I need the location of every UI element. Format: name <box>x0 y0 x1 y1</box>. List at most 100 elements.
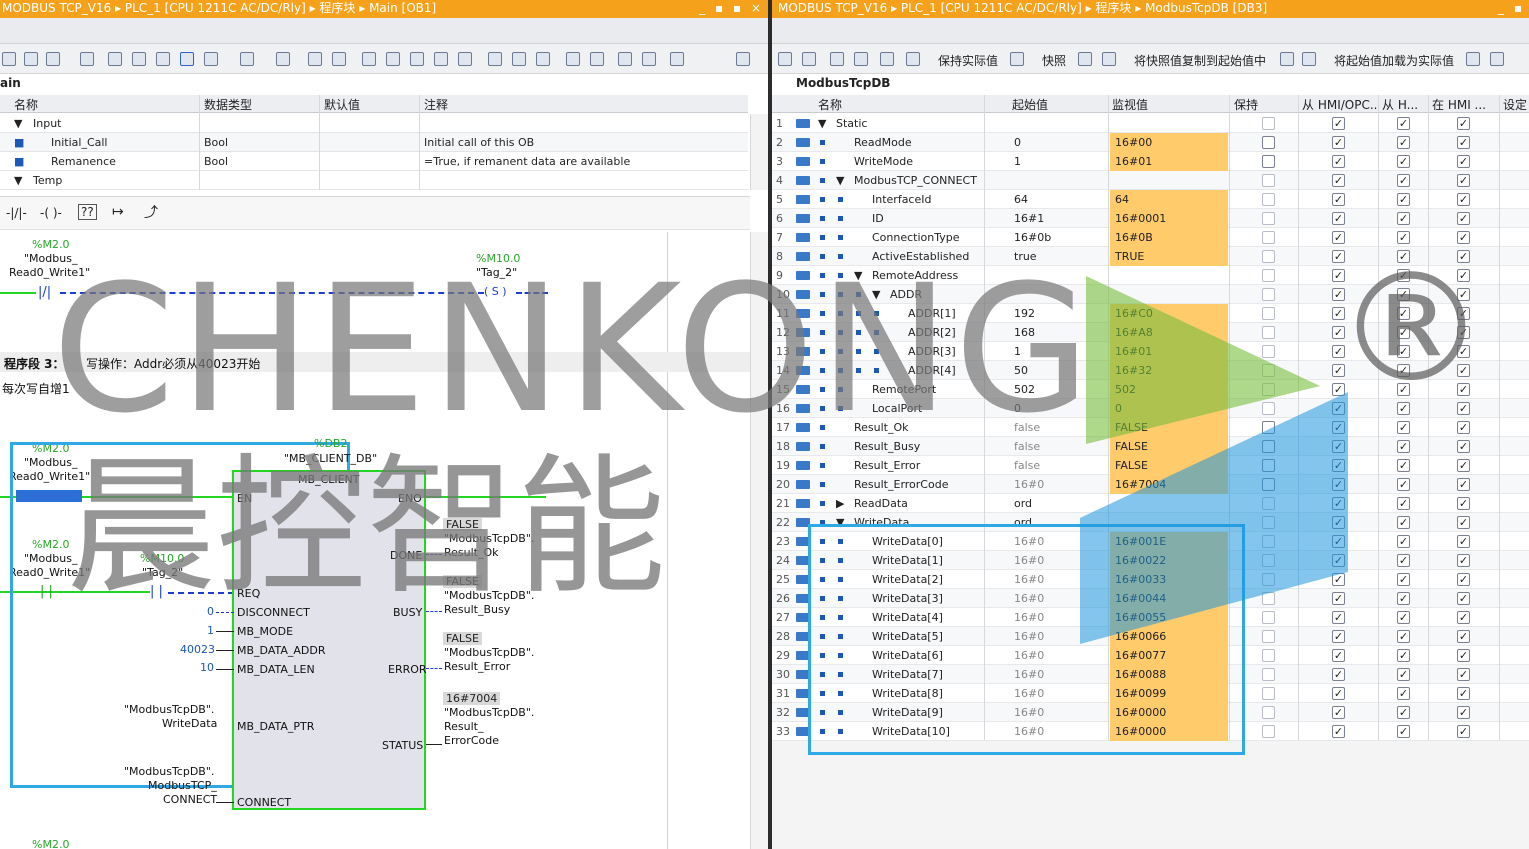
interface-scrollbar[interactable] <box>750 114 768 190</box>
row-checkbox[interactable]: ✓ <box>1332 668 1345 681</box>
row-checkbox[interactable]: ✓ <box>1397 307 1410 320</box>
toolbar-icon[interactable] <box>736 52 750 66</box>
row-checkbox[interactable]: ✓ <box>1332 725 1345 738</box>
row-checkbox[interactable]: ✓ <box>1397 326 1410 339</box>
toolbar-icon[interactable] <box>618 52 632 66</box>
row-checkbox[interactable]: ✓ <box>1397 592 1410 605</box>
row-checkbox[interactable]: ✓ <box>1397 155 1410 168</box>
table-row[interactable]: 2 ReadMode 0 16#00 ✓ ✓ ✓ <box>772 133 1529 152</box>
status-tag-1[interactable]: "ModbusTcpDB". <box>444 706 534 719</box>
row-checkbox[interactable]: ✓ <box>1457 402 1470 415</box>
toolbar-icon[interactable] <box>1466 52 1480 66</box>
row-checkbox[interactable]: ✓ <box>1457 174 1470 187</box>
toolbar-icon[interactable] <box>512 52 526 66</box>
table-row[interactable]: 5 InterfaceId 64 64 ✓ ✓ ✓ <box>772 190 1529 209</box>
row-start-value[interactable]: true <box>1014 250 1037 263</box>
row-checkbox[interactable]: ✓ <box>1457 288 1470 301</box>
row-checkbox[interactable]: ✓ <box>1397 136 1410 149</box>
row-checkbox[interactable]: ✓ <box>1397 725 1410 738</box>
row-checkbox[interactable]: ✓ <box>1332 250 1345 263</box>
row-start-value[interactable]: 1 <box>1014 345 1021 358</box>
row-checkbox[interactable]: ✓ <box>1397 421 1410 434</box>
row-start-value[interactable]: false <box>1014 459 1040 472</box>
busy-tag-1[interactable]: "ModbusTcpDB". <box>444 589 534 602</box>
row-checkbox[interactable]: ✓ <box>1397 117 1410 130</box>
toolbar-icon[interactable] <box>1490 52 1504 66</box>
row-checkbox[interactable]: ✓ <box>1457 212 1470 225</box>
toolbar-icon[interactable] <box>590 52 604 66</box>
row-checkbox[interactable]: ✓ <box>1397 554 1410 567</box>
toolbar-icon[interactable] <box>80 52 94 66</box>
row-checkbox[interactable]: ✓ <box>1457 497 1470 510</box>
mb-client-block[interactable] <box>234 472 424 808</box>
row-start-value[interactable]: false <box>1014 421 1040 434</box>
row-checkbox[interactable]: ✓ <box>1457 554 1470 567</box>
row-checkbox[interactable]: ✓ <box>1397 649 1410 662</box>
toolbar-icon[interactable] <box>156 52 170 66</box>
row-checkbox[interactable]: ✓ <box>1457 440 1470 453</box>
row-checkbox[interactable] <box>1262 687 1275 700</box>
row-checkbox[interactable]: ✓ <box>1332 136 1345 149</box>
row-start-value[interactable]: 50 <box>1014 364 1028 377</box>
row-checkbox[interactable]: ✓ <box>1397 212 1410 225</box>
table-row[interactable]: 7 ConnectionType 16#0b 16#0B ✓ ✓ ✓ <box>772 228 1529 247</box>
window-controls[interactable]: _ ▪ <box>1498 0 1525 17</box>
row-checkbox[interactable]: ✓ <box>1457 668 1470 681</box>
toolbar-icon[interactable] <box>566 52 580 66</box>
row-checkbox[interactable]: ✓ <box>1397 269 1410 282</box>
toolbar-icon[interactable] <box>830 52 844 66</box>
row-checkbox[interactable]: ✓ <box>1397 250 1410 263</box>
toolbar-icon[interactable] <box>240 52 254 66</box>
row-start-value[interactable]: 0 <box>1014 402 1021 415</box>
table-row[interactable]: ▼ Input <box>0 114 748 133</box>
row-checkbox[interactable]: ✓ <box>1457 516 1470 529</box>
table-row[interactable]: 3 WriteMode 1 16#01 ✓ ✓ ✓ <box>772 152 1529 171</box>
row-checkbox[interactable]: ✓ <box>1332 231 1345 244</box>
toolbar-icon[interactable] <box>802 52 816 66</box>
toolbar-icon[interactable] <box>24 52 38 66</box>
row-checkbox[interactable]: ✓ <box>1457 649 1470 662</box>
row-checkbox[interactable]: ✓ <box>1397 193 1410 206</box>
row-start-value[interactable]: 192 <box>1014 307 1035 320</box>
table-row[interactable]: 6 ID 16#1 16#0001 ✓ ✓ ✓ <box>772 209 1529 228</box>
row-checkbox[interactable]: ✓ <box>1332 706 1345 719</box>
row-start-value[interactable]: 16#0 <box>1014 478 1044 491</box>
toolbar-icon[interactable] <box>778 52 792 66</box>
row-checkbox[interactable]: ✓ <box>1457 706 1470 719</box>
row-start-value[interactable]: ord <box>1014 497 1032 510</box>
row-checkbox[interactable]: ✓ <box>1397 364 1410 377</box>
row-checkbox[interactable]: ✓ <box>1457 326 1470 339</box>
toolbar-icon[interactable] <box>880 52 894 66</box>
table-row[interactable]: 4 ▼ ModbusTCP_CONNECT ✓ ✓ ✓ <box>772 171 1529 190</box>
row-checkbox[interactable] <box>1262 174 1275 187</box>
coil-icon[interactable]: -( )- <box>40 206 62 220</box>
row-checkbox[interactable]: ✓ <box>1397 402 1410 415</box>
table-row[interactable]: ▼ Temp <box>0 171 748 190</box>
row-checkbox[interactable] <box>1262 668 1275 681</box>
row-start-value[interactable]: 64 <box>1014 193 1028 206</box>
expand-icon[interactable]: ▼ <box>854 269 862 282</box>
row-checkbox[interactable]: ✓ <box>1332 174 1345 187</box>
error-tag-2[interactable]: Result_Error <box>444 660 510 673</box>
busy-tag-2[interactable]: Result_Busy <box>444 603 510 616</box>
row-checkbox[interactable] <box>1262 155 1275 168</box>
row-checkbox[interactable]: ✓ <box>1397 174 1410 187</box>
toolbar-icon[interactable] <box>332 52 346 66</box>
val-conn-3[interactable]: CONNECT <box>163 793 217 806</box>
toolbar-icon[interactable] <box>204 52 218 66</box>
row-checkbox[interactable]: ✓ <box>1457 630 1470 643</box>
val-ptr-2[interactable]: WriteData <box>162 717 217 730</box>
toolbar-icon[interactable] <box>488 52 502 66</box>
toolbar-icon[interactable] <box>906 52 920 66</box>
toolbar-icon[interactable] <box>1302 52 1316 66</box>
toolbar-icon[interactable] <box>410 52 424 66</box>
toolbar-icon[interactable] <box>308 52 322 66</box>
row-checkbox[interactable]: ✓ <box>1397 687 1410 700</box>
row-checkbox[interactable] <box>1262 212 1275 225</box>
row-checkbox[interactable]: ✓ <box>1457 364 1470 377</box>
row-checkbox[interactable] <box>1262 725 1275 738</box>
row-checkbox[interactable]: ✓ <box>1397 611 1410 624</box>
done-tag-1[interactable]: "ModbusTcpDB". <box>444 532 534 545</box>
toolbar-icon[interactable] <box>854 52 868 66</box>
expand-icon[interactable]: ▼ <box>818 117 826 130</box>
